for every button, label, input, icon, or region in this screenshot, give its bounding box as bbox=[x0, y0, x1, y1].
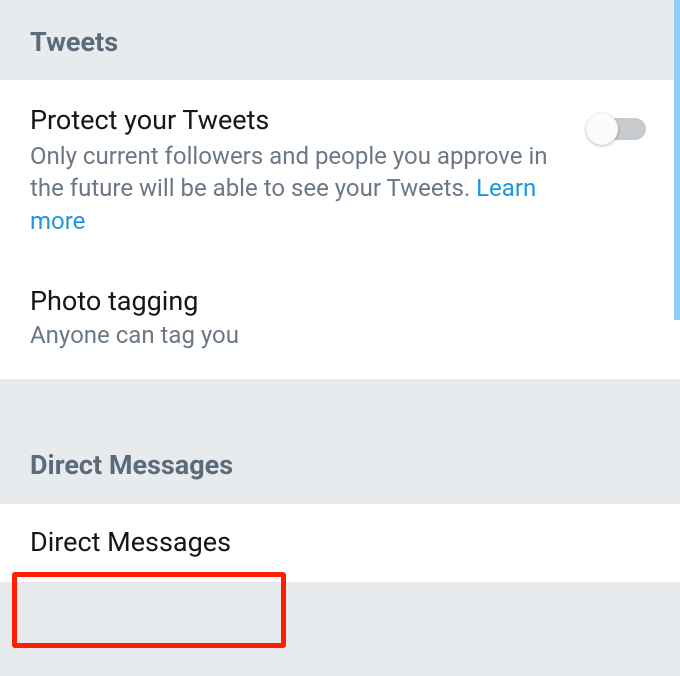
protect-tweets-description: Only current followers and people you ap… bbox=[30, 140, 558, 237]
section-divider bbox=[0, 379, 680, 423]
direct-messages-item[interactable]: Direct Messages bbox=[0, 503, 680, 582]
toggle-knob bbox=[586, 113, 618, 145]
direct-messages-label: Direct Messages bbox=[30, 526, 650, 558]
protect-tweets-desc-text: Only current followers and people you ap… bbox=[30, 142, 548, 202]
section-header-dm: Direct Messages bbox=[0, 423, 680, 503]
section-divider bbox=[0, 582, 680, 590]
section-header-label: Direct Messages bbox=[30, 449, 650, 481]
section-header-label: Tweets bbox=[30, 26, 650, 58]
scroll-indicator bbox=[674, 0, 680, 320]
protect-tweets-text: Protect your Tweets Only current followe… bbox=[30, 104, 558, 237]
tweets-settings-block: Protect your Tweets Only current followe… bbox=[0, 80, 680, 379]
section-header-tweets: Tweets bbox=[0, 0, 680, 80]
photo-tagging-row[interactable]: Photo tagging Anyone can tag you bbox=[30, 285, 650, 349]
photo-tagging-value: Anyone can tag you bbox=[30, 321, 650, 349]
protect-tweets-row[interactable]: Protect your Tweets Only current followe… bbox=[30, 104, 650, 237]
photo-tagging-title: Photo tagging bbox=[30, 285, 650, 317]
protect-tweets-title: Protect your Tweets bbox=[30, 104, 558, 136]
protect-tweets-toggle[interactable] bbox=[586, 116, 650, 144]
photo-tagging-text: Photo tagging Anyone can tag you bbox=[30, 285, 650, 349]
